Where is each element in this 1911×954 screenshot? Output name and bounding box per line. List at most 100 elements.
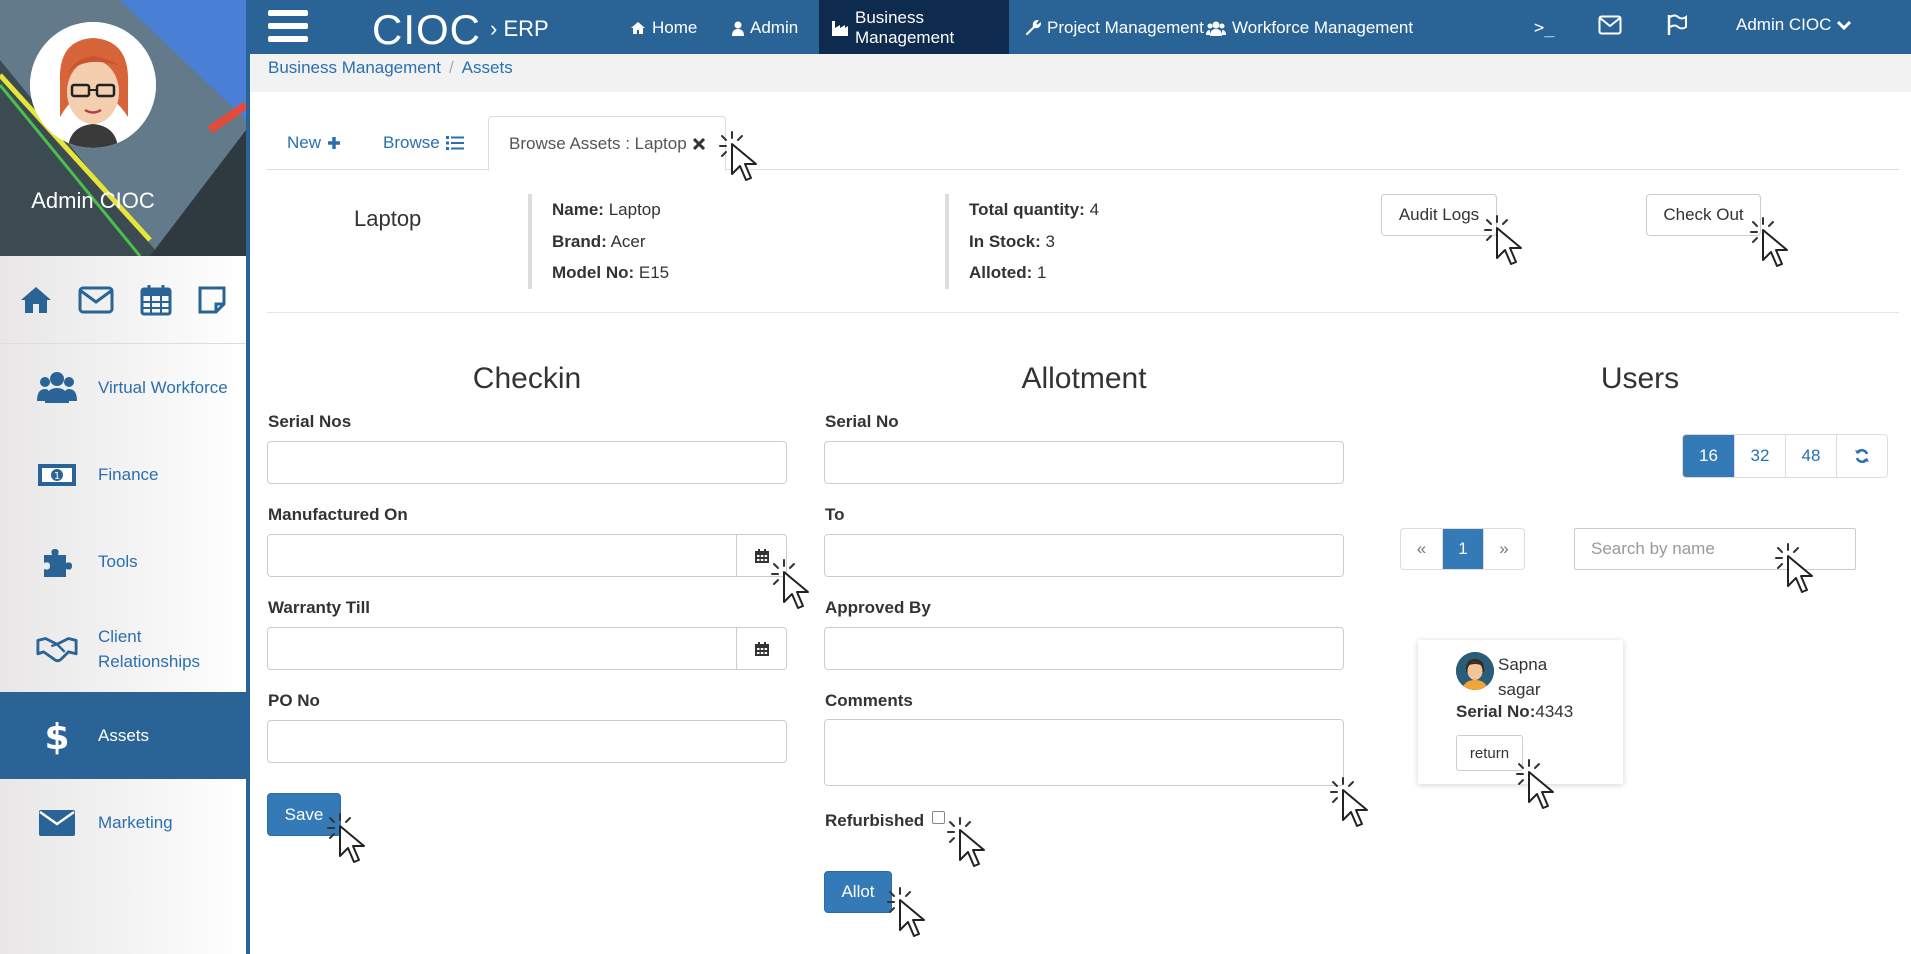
topnav-workforce-management[interactable]: Workforce Management bbox=[1194, 0, 1425, 56]
stock-label: Total quantity: bbox=[969, 200, 1085, 219]
user-icon bbox=[732, 21, 744, 36]
user-serial: Serial No:4343 bbox=[1456, 702, 1573, 722]
handshake-icon bbox=[36, 634, 78, 664]
topnav-label: Admin bbox=[750, 18, 799, 37]
user-menu-label: Admin CIOC bbox=[1736, 15, 1832, 34]
sidebar-item-label: Marketing bbox=[98, 813, 173, 832]
pagination-next[interactable]: » bbox=[1483, 529, 1524, 569]
page-size-48[interactable]: 48 bbox=[1785, 435, 1836, 477]
asset-detail-row: Brand: Acer bbox=[552, 226, 669, 258]
users-title: Users bbox=[1600, 362, 1680, 395]
topnav-label: Project Management bbox=[1047, 18, 1204, 37]
pagination: « 1 » bbox=[1400, 528, 1525, 570]
money-icon: 1 bbox=[36, 461, 78, 489]
click-cursor-icon bbox=[1750, 217, 1788, 267]
sidebar-item-label: Virtual Workforce bbox=[98, 378, 228, 397]
stock-value: 4 bbox=[1089, 200, 1100, 219]
audit-logs-button[interactable]: Audit Logs bbox=[1381, 194, 1497, 236]
serial-no-input[interactable] bbox=[824, 441, 1344, 484]
tab-browse[interactable]: Browse bbox=[363, 116, 484, 170]
warranty-till-input[interactable] bbox=[267, 627, 787, 670]
close-icon[interactable] bbox=[692, 137, 705, 150]
sidebar-item-marketing[interactable]: Marketing bbox=[0, 779, 246, 866]
home-icon[interactable] bbox=[19, 285, 53, 315]
topnav-project-management[interactable]: Project Management bbox=[1013, 0, 1216, 56]
terminal-icon[interactable]: >_ bbox=[1534, 18, 1554, 38]
sidebar-item-label: Assets bbox=[98, 726, 150, 745]
serial-nos-input[interactable] bbox=[267, 441, 787, 484]
sidebar-item-finance[interactable]: 1 Finance bbox=[0, 431, 246, 518]
refresh-icon[interactable] bbox=[1836, 435, 1887, 477]
stock-label: Alloted: bbox=[969, 263, 1033, 282]
tab-bar: New Browse Browse Assets : Laptop bbox=[267, 116, 1899, 171]
click-cursor-icon bbox=[887, 887, 925, 937]
click-cursor-icon bbox=[327, 813, 365, 863]
brand-subtitle: › ERP bbox=[490, 16, 549, 41]
comments-textarea[interactable] bbox=[824, 719, 1344, 786]
click-cursor-icon bbox=[1330, 777, 1368, 827]
asset-stock-row: In Stock: 3 bbox=[969, 226, 1099, 258]
flag-icon[interactable] bbox=[1666, 14, 1688, 36]
sidebar-item-label: Client Relationships bbox=[98, 626, 201, 671]
click-cursor-icon bbox=[1484, 215, 1522, 265]
refurbished-label: Refurbished bbox=[825, 811, 925, 830]
sticky-note-icon[interactable] bbox=[197, 285, 227, 315]
calendar-icon[interactable] bbox=[140, 284, 172, 316]
asset-details: Name: Laptop Brand: Acer Model No: E15 bbox=[528, 194, 669, 289]
breadcrumb-assets[interactable]: Assets bbox=[462, 58, 513, 77]
stock-label: In Stock: bbox=[969, 231, 1041, 251]
po-no-input[interactable] bbox=[267, 720, 787, 763]
dollar-icon: $ bbox=[36, 717, 78, 755]
to-input[interactable] bbox=[824, 534, 1344, 577]
calendar-icon[interactable] bbox=[736, 628, 786, 669]
topnav-business-management[interactable]: Business Management bbox=[819, 0, 1009, 56]
page-size-16[interactable]: 16 bbox=[1683, 435, 1734, 477]
pagination-prev[interactable]: « bbox=[1401, 529, 1442, 569]
page-size-group: 16 32 48 bbox=[1682, 434, 1888, 478]
envelope-icon[interactable] bbox=[78, 286, 114, 314]
tab-browse-assets-laptop[interactable]: Browse Assets : Laptop bbox=[488, 116, 726, 171]
manufactured-on-input[interactable] bbox=[267, 534, 787, 577]
list-icon bbox=[445, 136, 464, 150]
check-out-button[interactable]: Check Out bbox=[1646, 194, 1761, 236]
user-avatar bbox=[1456, 652, 1494, 690]
page-size-32[interactable]: 32 bbox=[1734, 435, 1785, 477]
envelope-icon bbox=[36, 809, 78, 837]
users-icon bbox=[36, 371, 78, 405]
topnav-home[interactable]: Home bbox=[618, 0, 709, 56]
chevron-down-icon bbox=[1837, 20, 1852, 30]
allotment-title: Allotment bbox=[1021, 362, 1147, 395]
home-icon bbox=[630, 21, 646, 35]
detail-value: Acer bbox=[610, 231, 646, 251]
wrench-icon bbox=[1025, 20, 1041, 36]
envelope-icon[interactable] bbox=[1598, 15, 1622, 35]
asset-detail-row: Model No: E15 bbox=[552, 257, 669, 289]
sidebar-item-assets[interactable]: $ Assets bbox=[0, 692, 246, 779]
allot-button[interactable]: Allot bbox=[824, 871, 892, 913]
sidebar-item-tools[interactable]: Tools bbox=[0, 518, 246, 605]
sidebar-item-client-relationships[interactable]: Client Relationships bbox=[0, 605, 246, 692]
topnav-label: Business Management bbox=[855, 8, 955, 47]
approved-by-input[interactable] bbox=[824, 627, 1344, 670]
asset-stock-row: Alloted: 1 bbox=[969, 257, 1099, 289]
sidebar-item-label: Finance bbox=[98, 465, 159, 484]
return-button[interactable]: return bbox=[1456, 735, 1523, 771]
tab-new[interactable]: New bbox=[267, 116, 361, 170]
breadcrumb-business-management[interactable]: Business Management bbox=[268, 58, 441, 77]
menu-toggle-icon[interactable] bbox=[268, 10, 308, 46]
sidebar-item-virtual-workforce[interactable]: Virtual Workforce bbox=[0, 344, 246, 431]
avatar[interactable] bbox=[30, 22, 156, 148]
to-label: To bbox=[825, 505, 845, 524]
asset-title: Laptop bbox=[354, 206, 422, 231]
industry-icon bbox=[831, 20, 849, 36]
comments-label: Comments bbox=[825, 691, 913, 710]
topnav-admin[interactable]: Admin bbox=[720, 0, 810, 56]
pagination-page-1[interactable]: 1 bbox=[1442, 529, 1483, 569]
stock-value: 1 bbox=[1037, 263, 1047, 282]
user-name: Sapna sagar bbox=[1498, 655, 1548, 699]
click-cursor-icon bbox=[1775, 543, 1813, 593]
user-menu[interactable]: Admin CIOC bbox=[1736, 15, 1852, 35]
top-navbar: CIOC › ERP Home Admin Business Managemen… bbox=[250, 0, 1911, 60]
brand-logo[interactable]: CIOC bbox=[372, 6, 481, 54]
refurbished-checkbox[interactable] bbox=[932, 811, 945, 824]
